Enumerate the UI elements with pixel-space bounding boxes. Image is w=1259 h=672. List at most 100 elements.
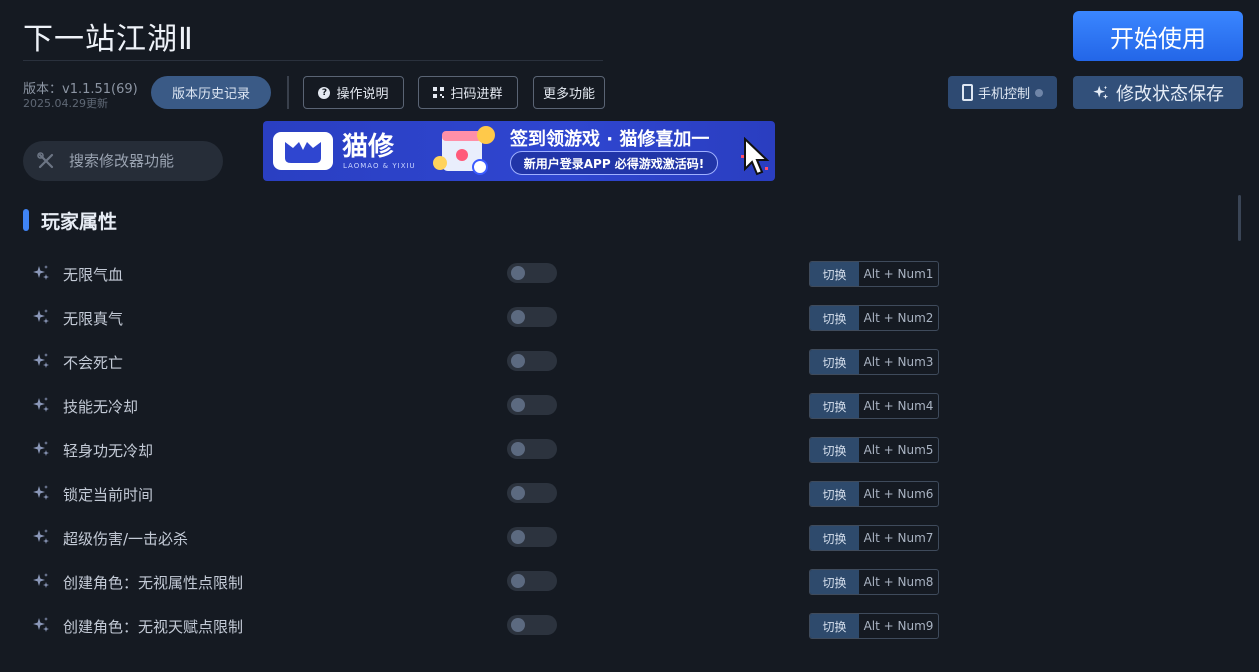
feature-label: 无限气血 bbox=[63, 266, 124, 284]
toggle-knob bbox=[511, 310, 525, 324]
scrollbar-thumb[interactable] bbox=[1238, 195, 1241, 241]
hotkey-action: 切换 bbox=[810, 482, 859, 506]
hotkey-keys: Alt + Num4 bbox=[863, 399, 934, 413]
banner-headline: 签到领游戏 · 猫修喜加一 bbox=[510, 129, 710, 150]
cursor-icon bbox=[741, 137, 770, 176]
more-features-button[interactable]: 更多功能 bbox=[533, 76, 605, 109]
hotkey-action: 切换 bbox=[810, 614, 859, 638]
sparkle-icon bbox=[31, 263, 51, 283]
hotkey-action: 切换 bbox=[810, 262, 859, 286]
question-icon: ? bbox=[318, 86, 331, 99]
hotkey-action: 切换 bbox=[810, 394, 859, 418]
feature-row: 无限气血 切换 Alt + Num1 bbox=[0, 261, 1259, 307]
section-title: 玩家属性 bbox=[41, 211, 118, 233]
feature-toggle[interactable] bbox=[507, 483, 557, 503]
toggle-knob bbox=[511, 618, 525, 632]
feature-toggle[interactable] bbox=[507, 395, 557, 415]
help-button-label: 操作说明 bbox=[336, 87, 389, 102]
feature-toggle[interactable] bbox=[507, 571, 557, 591]
phone-icon bbox=[961, 84, 973, 101]
sparkle-icon bbox=[31, 351, 51, 371]
hotkey-action: 切换 bbox=[810, 438, 859, 462]
sparkle-icon bbox=[31, 527, 51, 547]
hotkey-box[interactable]: 切换 Alt + Num5 bbox=[809, 437, 939, 463]
hotkey-box[interactable]: 切换 Alt + Num4 bbox=[809, 393, 939, 419]
sparkle-icon bbox=[31, 615, 51, 635]
hotkey-keys: Alt + Num7 bbox=[863, 531, 934, 545]
app-title: 下一站江湖Ⅱ bbox=[23, 22, 194, 57]
search-input[interactable] bbox=[69, 152, 199, 170]
hotkey-action: 切换 bbox=[810, 570, 859, 594]
hotkey-box[interactable]: 切换 Alt + Num2 bbox=[809, 305, 939, 331]
hotkey-box[interactable]: 切换 Alt + Num7 bbox=[809, 525, 939, 551]
feature-label: 创建角色：无视天赋点限制 bbox=[63, 618, 244, 636]
feature-row: 不会死亡 切换 Alt + Num3 bbox=[0, 349, 1259, 395]
feature-label: 创建角色：无视属性点限制 bbox=[63, 574, 244, 592]
qr-group-label: 扫码进群 bbox=[450, 87, 503, 102]
feature-row: 无限真气 切换 Alt + Num2 bbox=[0, 305, 1259, 351]
sparkle-icon bbox=[1093, 85, 1109, 99]
toggle-knob bbox=[511, 266, 525, 280]
toggle-knob bbox=[511, 486, 525, 500]
tools-icon bbox=[37, 152, 54, 169]
banner-brand: 猫修 bbox=[342, 132, 395, 162]
feature-toggle[interactable] bbox=[507, 307, 557, 327]
banner-promo-pill: 新用户登录APP 必得游戏激活码! bbox=[510, 151, 718, 175]
help-button[interactable]: ? 操作说明 bbox=[303, 76, 404, 109]
sparkle-icon bbox=[31, 439, 51, 459]
qr-group-button[interactable]: 扫码进群 bbox=[418, 76, 518, 109]
promo-banner[interactable]: 猫修 LAOMAO & YIXIU 签到领游戏 · 猫修喜加一 新用户登录APP… bbox=[263, 121, 775, 181]
search-box[interactable] bbox=[23, 141, 223, 181]
toggle-knob bbox=[511, 574, 525, 588]
hotkey-keys: Alt + Num6 bbox=[863, 487, 934, 501]
hotkey-keys: Alt + Num1 bbox=[863, 267, 934, 281]
hotkey-action: 切换 bbox=[810, 350, 859, 374]
banner-brand-sub: LAOMAO & YIXIU bbox=[343, 162, 416, 170]
toggle-knob bbox=[511, 442, 525, 456]
version-date: 2025.04.29更新 bbox=[23, 97, 108, 110]
hotkey-action: 切换 bbox=[810, 526, 859, 550]
feature-row: 创建角色：无视属性点限制 切换 Alt + Num8 bbox=[0, 569, 1259, 615]
qr-code-icon bbox=[433, 87, 445, 98]
title-divider bbox=[23, 60, 603, 61]
hotkey-keys: Alt + Num2 bbox=[863, 311, 934, 325]
feature-row: 锁定当前时间 切换 Alt + Num6 bbox=[0, 481, 1259, 527]
toggle-knob bbox=[511, 354, 525, 368]
feature-label: 无限真气 bbox=[63, 310, 124, 328]
feature-toggle[interactable] bbox=[507, 263, 557, 283]
toggle-knob bbox=[511, 398, 525, 412]
sparkle-icon bbox=[31, 395, 51, 415]
start-button[interactable]: 开始使用 bbox=[1073, 11, 1243, 61]
sparkle-icon bbox=[31, 483, 51, 503]
save-state-button[interactable]: 修改状态保存 bbox=[1073, 76, 1243, 109]
sparkle-icon bbox=[31, 571, 51, 591]
feature-row: 超级伤害/一击必杀 切换 Alt + Num7 bbox=[0, 525, 1259, 571]
toggle-knob bbox=[511, 530, 525, 544]
feature-label: 超级伤害/一击必杀 bbox=[63, 530, 189, 548]
hotkey-box[interactable]: 切换 Alt + Num9 bbox=[809, 613, 939, 639]
toolbar-divider bbox=[287, 76, 289, 109]
hotkey-action: 切换 bbox=[810, 306, 859, 330]
feature-label: 轻身功无冷却 bbox=[63, 442, 154, 460]
feature-label: 不会死亡 bbox=[63, 354, 124, 372]
version-history-button[interactable]: 版本历史记录 bbox=[151, 76, 271, 109]
phone-control-label: 手机控制 bbox=[977, 87, 1030, 102]
section-accent-bar bbox=[23, 209, 29, 231]
brand-logo-icon bbox=[273, 132, 333, 170]
hotkey-box[interactable]: 切换 Alt + Num3 bbox=[809, 349, 939, 375]
feature-toggle[interactable] bbox=[507, 439, 557, 459]
hotkey-box[interactable]: 切换 Alt + Num6 bbox=[809, 481, 939, 507]
feature-toggle[interactable] bbox=[507, 527, 557, 547]
feature-toggle[interactable] bbox=[507, 351, 557, 371]
info-dot-icon bbox=[1035, 88, 1043, 97]
phone-control-button[interactable]: 手机控制 bbox=[948, 76, 1057, 109]
hotkey-box[interactable]: 切换 Alt + Num8 bbox=[809, 569, 939, 595]
hotkey-keys: Alt + Num8 bbox=[863, 575, 934, 589]
feature-row: 创建角色：无视天赋点限制 切换 Alt + Num9 bbox=[0, 613, 1259, 659]
feature-row: 轻身功无冷却 切换 Alt + Num5 bbox=[0, 437, 1259, 483]
hotkey-box[interactable]: 切换 Alt + Num1 bbox=[809, 261, 939, 287]
feature-toggle[interactable] bbox=[507, 615, 557, 635]
feature-row: 技能无冷却 切换 Alt + Num4 bbox=[0, 393, 1259, 439]
calendar-gift-icon bbox=[433, 126, 495, 175]
hotkey-keys: Alt + Num9 bbox=[863, 619, 934, 633]
